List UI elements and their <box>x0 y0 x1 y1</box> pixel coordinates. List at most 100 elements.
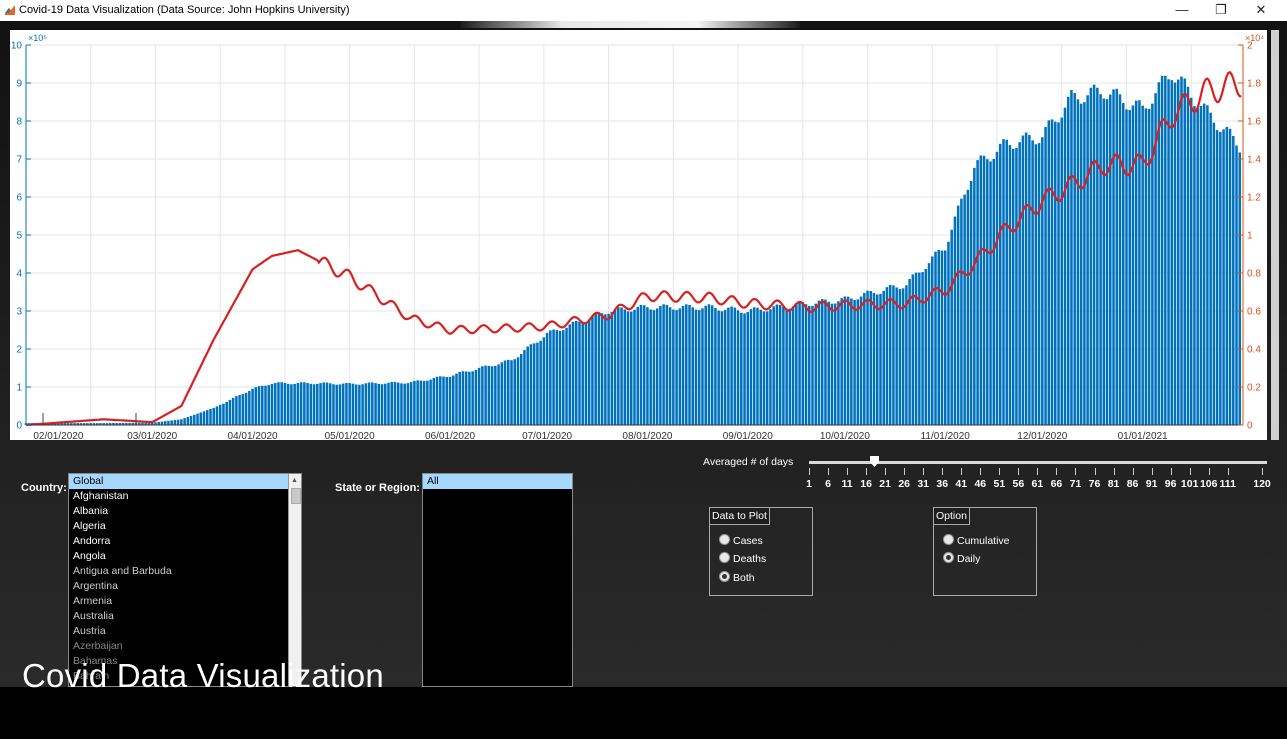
maximize-button[interactable]: ❐ <box>1201 0 1241 21</box>
cases-bar <box>898 289 902 425</box>
list-item[interactable]: Australia <box>69 609 301 624</box>
list-item[interactable]: Algeria <box>69 519 301 534</box>
cases-bar <box>665 304 669 425</box>
cases-bar <box>668 307 672 425</box>
cases-bar <box>215 406 219 425</box>
cases-bar <box>840 298 843 425</box>
cases-bar <box>545 332 549 425</box>
radio-cumulative[interactable]: Cumulative <box>943 534 1010 547</box>
cases-bar <box>701 308 704 425</box>
cases-bar <box>442 376 445 425</box>
left-tick-label: 7 <box>16 155 22 166</box>
minimize-button[interactable]: — <box>1162 0 1202 21</box>
covid-chart: 01234567891000.20.40.60.811.21.41.61.82×… <box>11 33 1264 440</box>
x-tick-label: 04/01/2020 <box>228 431 278 440</box>
state-listbox[interactable]: All <box>422 473 573 687</box>
cases-bar <box>1041 137 1044 425</box>
list-item[interactable]: Azerbaijan <box>69 639 301 654</box>
cases-bar <box>584 321 588 425</box>
cases-bar <box>613 309 617 425</box>
cases-bar <box>358 384 361 425</box>
slider-tick <box>885 468 887 475</box>
cases-bar <box>562 330 565 425</box>
x-tick-label: 07/01/2020 <box>522 431 572 440</box>
cases-bar <box>494 365 497 425</box>
slider-tick <box>1075 468 1077 475</box>
cases-bar <box>982 155 986 425</box>
cases-bar <box>1011 148 1015 425</box>
radio-deaths[interactable]: Deaths <box>719 552 766 565</box>
cases-bar <box>526 346 529 425</box>
cases-bar <box>752 307 756 425</box>
list-item[interactable]: Albania <box>69 504 301 519</box>
radio-label: Deaths <box>733 553 767 565</box>
country-list-scrollbar[interactable]: ▲ <box>288 474 301 686</box>
cases-bar <box>824 299 827 425</box>
country-listbox[interactable]: Global Afghanistan Albania Algeria Andorra An… <box>68 473 302 687</box>
cases-bar <box>173 420 177 425</box>
cases-bar <box>390 381 394 425</box>
cases-bar <box>688 304 691 425</box>
cases-bar <box>1134 100 1138 425</box>
cases-bar <box>1066 96 1070 426</box>
list-item[interactable]: Austria <box>69 624 301 639</box>
cases-bar <box>387 382 390 425</box>
cases-bar <box>306 382 309 425</box>
cases-bar <box>869 291 873 425</box>
cases-bar <box>934 251 937 425</box>
radio-daily[interactable]: Daily <box>943 552 980 565</box>
cases-bar <box>591 315 594 425</box>
cases-bar <box>931 256 934 425</box>
cases-bar <box>248 391 251 425</box>
cases-bar <box>396 382 400 425</box>
cases-bar <box>209 409 212 425</box>
cases-bar <box>1099 94 1102 426</box>
cases-bar <box>710 305 714 425</box>
x-tick-label: 02/01/2020 <box>33 431 83 440</box>
list-item[interactable]: Andorra <box>69 534 301 549</box>
cases-bar <box>610 311 614 425</box>
cases-bar <box>257 386 261 425</box>
close-button[interactable]: ✕ <box>1241 0 1281 21</box>
cases-bar <box>1054 121 1057 426</box>
toolbar-strip <box>460 21 800 28</box>
cases-bar <box>316 383 319 425</box>
cases-bar <box>827 301 830 425</box>
matlab-icon <box>5 5 15 15</box>
cases-bar <box>736 310 740 425</box>
cases-bar <box>406 383 410 425</box>
list-item[interactable]: Argentina <box>69 579 301 594</box>
cases-bar <box>853 299 856 425</box>
cases-bar <box>989 161 992 425</box>
figure-scrollbar[interactable] <box>1271 30 1279 440</box>
cases-bar <box>804 304 808 425</box>
cases-bar <box>1079 103 1083 426</box>
cases-bar <box>409 382 413 425</box>
radio-cases[interactable]: Cases <box>719 534 763 547</box>
slider-tick-label: 46 <box>974 478 987 490</box>
cases-bar <box>374 383 377 425</box>
cases-bar <box>309 383 313 425</box>
list-item[interactable]: Armenia <box>69 594 301 609</box>
list-item[interactable]: Angola <box>69 549 301 564</box>
cases-bar <box>879 293 882 425</box>
cases-bar <box>765 311 769 425</box>
radio-both[interactable]: Both <box>719 571 755 584</box>
cases-bar <box>273 383 277 425</box>
x-tick-label: 01/01/2021 <box>1118 431 1168 440</box>
cases-bar <box>400 383 403 425</box>
cases-bar <box>523 350 526 425</box>
cases-bar <box>749 309 753 425</box>
cases-bar <box>727 307 730 425</box>
list-item[interactable]: Antigua and Barbuda <box>69 564 301 579</box>
cases-bar <box>458 371 461 425</box>
slider-tick-label: 6 <box>825 478 831 490</box>
cases-bar <box>1199 106 1203 426</box>
cases-bar <box>180 419 183 425</box>
cases-bar <box>532 343 536 425</box>
slider-tick-label: 41 <box>955 478 968 490</box>
cases-bar <box>639 304 643 425</box>
cases-bar <box>681 305 685 425</box>
slider-tick-label: 11 <box>841 478 853 490</box>
window-title: Covid-19 Data Visualization (Data Source… <box>19 4 350 16</box>
